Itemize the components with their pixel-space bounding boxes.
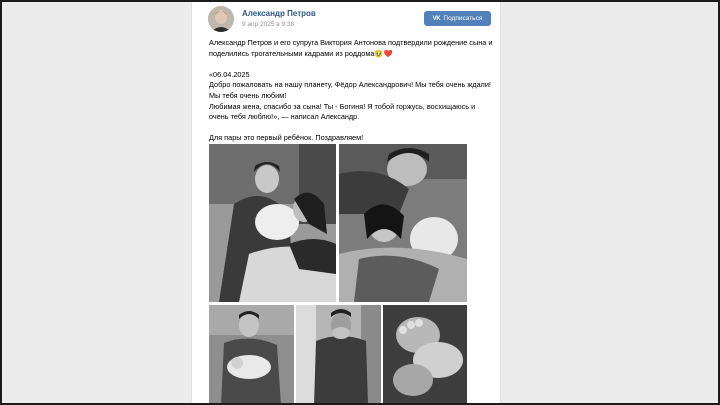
photo-father-holding-baby[interactable] <box>209 305 294 405</box>
post-text-paragraph-3: Для пары это первый ребёнок. Поздравляем… <box>209 133 364 143</box>
post-text-paragraph-1: Александр Петров и его супруга Виктория … <box>209 38 494 59</box>
photo-couple-bed[interactable] <box>209 144 336 302</box>
vk-logo-icon: VK <box>432 15 441 22</box>
post-text-paragraph-2: «06.04.2025 Добро пожаловать на нашу пла… <box>209 69 491 122</box>
photo-father-emotional[interactable] <box>296 305 381 405</box>
subscribe-button[interactable]: VK Подписаться <box>424 11 491 26</box>
post-text: Александр Петров и его супруга Виктория … <box>209 38 494 144</box>
post-date[interactable]: 9 апр 2025 в 9:38 <box>242 21 294 28</box>
emoji-heart-icon: 🥹❤️ <box>374 48 393 58</box>
author-avatar[interactable] <box>208 6 234 32</box>
post-header: Александр Петров 9 апр 2025 в 9:38 VK По… <box>192 0 500 40</box>
photo-husband-kiss[interactable] <box>339 144 467 302</box>
post-text-p1: Александр Петров и его супруга Виктория … <box>209 38 493 58</box>
author-name[interactable]: Александр Петров <box>242 9 316 18</box>
subscribe-label: Подписаться <box>443 15 483 22</box>
post-card: Александр Петров 9 апр 2025 в 9:38 VK По… <box>191 0 501 405</box>
photo-baby-feet[interactable] <box>383 305 467 405</box>
